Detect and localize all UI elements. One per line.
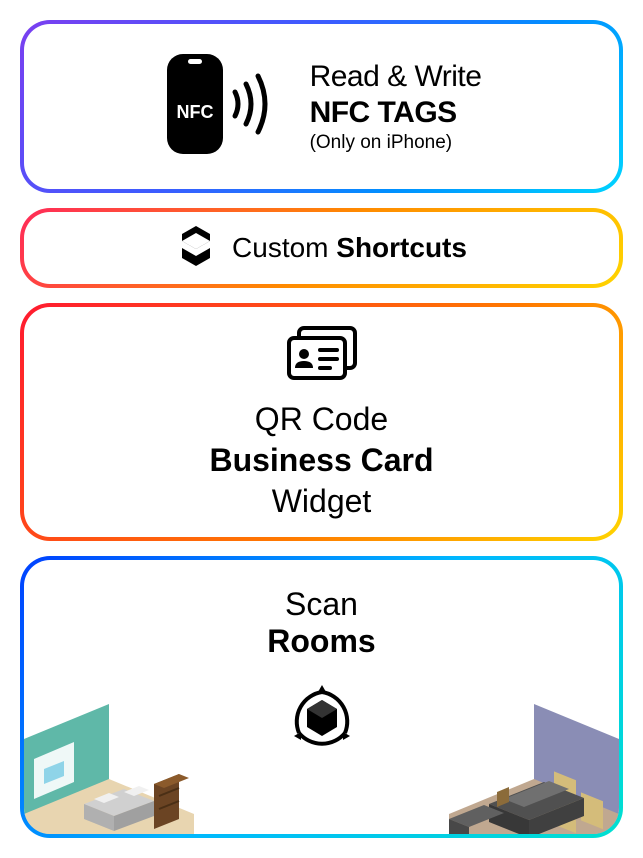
room-illustration-right-icon xyxy=(449,704,619,834)
shortcuts-card[interactable]: Custom Shortcuts xyxy=(20,208,623,287)
nfc-card[interactable]: NFC Read & Write NFC TAGS (Only on iPhon… xyxy=(20,20,623,193)
rooms-card[interactable]: Scan Rooms xyxy=(20,556,623,838)
shortcuts-icon xyxy=(176,224,216,273)
business-card-icon xyxy=(282,324,362,389)
qr-line-1: QR Code xyxy=(255,401,388,438)
nfc-badge-text: NFC xyxy=(176,102,213,122)
nfc-line-1: Read & Write xyxy=(310,60,482,94)
rooms-line-1: Scan xyxy=(285,586,358,623)
shortcuts-prefix: Custom xyxy=(232,232,336,263)
shortcuts-bold: Shortcuts xyxy=(336,232,467,263)
rooms-line-2: Rooms xyxy=(267,623,375,660)
scan-3d-icon xyxy=(282,678,362,763)
nfc-line-2: NFC TAGS xyxy=(310,96,482,130)
nfc-icon: NFC xyxy=(162,54,282,159)
qr-line-2: Business Card xyxy=(209,442,433,479)
shortcuts-label: Custom Shortcuts xyxy=(232,232,467,264)
qr-card[interactable]: QR Code Business Card Widget xyxy=(20,303,623,541)
room-illustration-left-icon xyxy=(24,704,194,834)
nfc-line-3: (Only on iPhone) xyxy=(310,132,482,154)
nfc-text: Read & Write NFC TAGS (Only on iPhone) xyxy=(310,60,482,154)
qr-line-3: Widget xyxy=(272,483,372,520)
